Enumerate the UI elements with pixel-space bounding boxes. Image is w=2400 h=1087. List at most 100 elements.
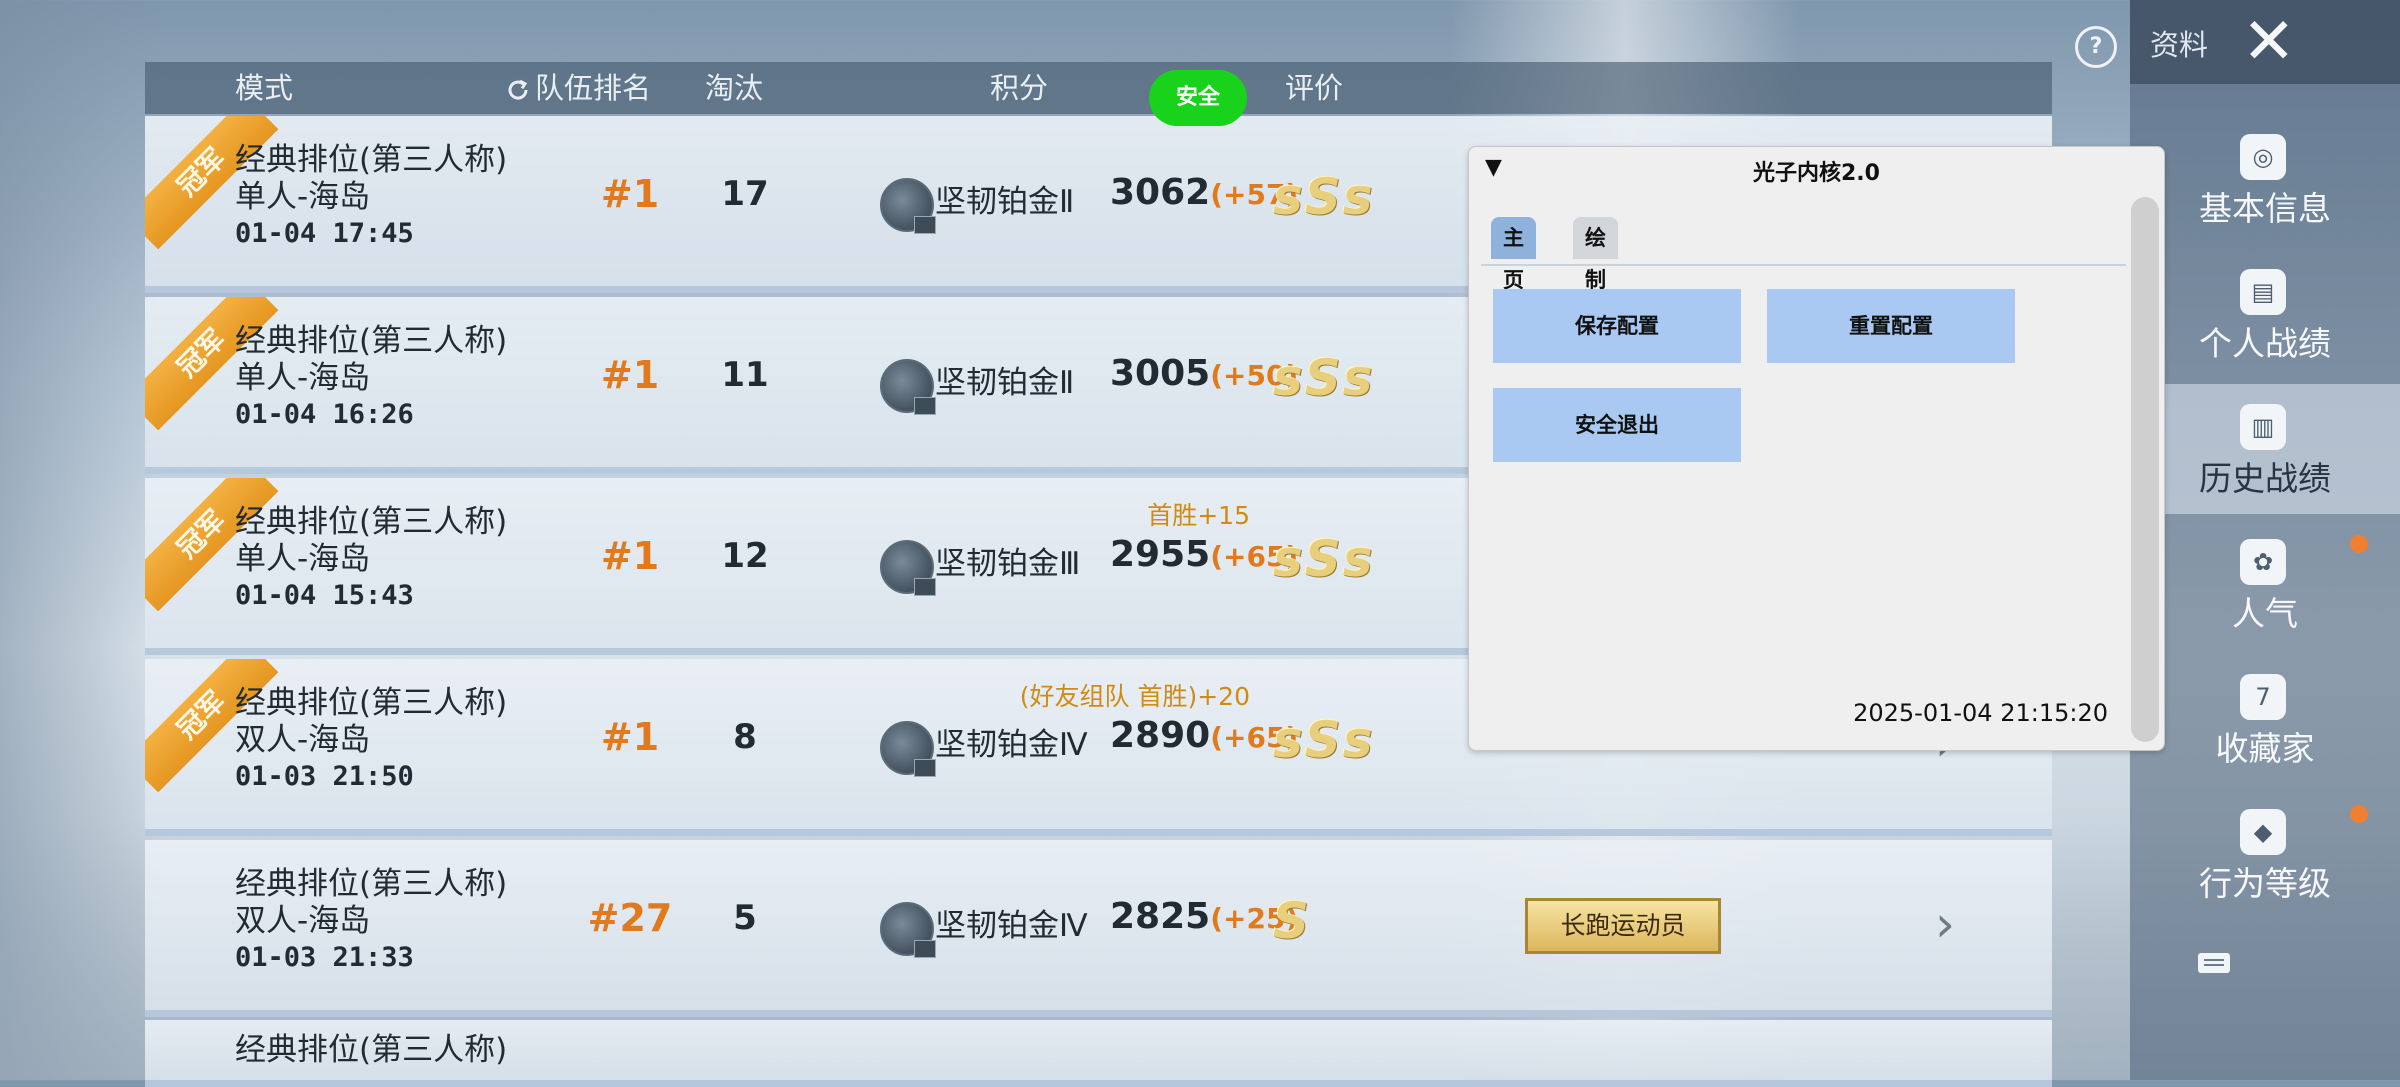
sidebar-item[interactable]: ▤ 个人战绩 [2130,249,2400,379]
match-map: 单人-海岛 [235,179,371,215]
behavior-icon: ◆ [2240,809,2286,855]
stats-icon: ▤ [2240,269,2286,315]
sidebar-item-label: 个人战绩 [2199,324,2331,363]
header-team-rank[interactable]: 队伍排名 [505,62,651,114]
team-rank: #1 [600,353,660,397]
sidebar-item[interactable]: ◆ 行为等级 [2130,789,2400,919]
table-row[interactable]: 经典排位(第三人称) 双人-海岛 01-03 21:33 #27 5 坚韧铂金Ⅳ… [145,840,2052,1017]
refresh-icon[interactable] [505,77,531,103]
match-mode-name: 经典排位(第三人称) [235,685,508,721]
match-mode-block: 经典排位(第三人称) 单人-海岛 01-04 15:43 [235,504,507,613]
sidebar-item-label: 人气 [2232,594,2298,633]
eliminations-count: 12 [721,536,769,576]
score-value: 2955(+65) [1110,534,1298,575]
tier-badge-icon [880,721,936,777]
rating-badge: sSs [1273,168,1375,226]
tier-name: 坚韧铂金Ⅳ [935,908,1088,944]
match-time: 01-04 17:45 [235,218,414,249]
menu-icon[interactable] [2198,953,2230,973]
notification-dot [2350,805,2368,823]
tier-name: 坚韧铂金Ⅳ [935,727,1088,763]
tier-name: 坚韧铂金Ⅱ [935,184,1075,220]
match-mode-block: 经典排位(第三人称) 双人-海岛 01-03 21:33 [235,866,507,975]
tab-draw[interactable]: 绘制 [1573,217,1618,292]
table-row-partial[interactable]: 经典排位(第三人称) [145,1020,2052,1087]
match-mode-name: 经典排位(第三人称) [235,1032,508,1068]
right-sidebar: ◎ 基本信息 ▤ 个人战绩 ▥ 历史战绩 ✿ 人气 7 收藏家 ◆ 行为等级 [2130,84,2400,1080]
bonus-text: (好友组队 首胜)+20 [1019,682,1250,711]
eliminations-count: 8 [733,717,757,757]
score-number: 2955 [1110,534,1211,575]
score-number: 3005 [1110,353,1211,394]
tier-badge-icon [880,178,936,234]
history-icon: ▥ [2240,404,2286,450]
team-rank: #1 [600,715,660,759]
score-value: 3062(+57) [1110,172,1298,213]
rating-badge: sSs [1273,349,1375,407]
tab-home[interactable]: 主页 [1491,217,1536,292]
notification-dot [2350,535,2368,553]
match-map: 双人-海岛 [235,903,371,939]
eliminations-count: 5 [733,898,757,938]
achievement-tag: 长跑运动员 [1525,898,1721,954]
rating-badge: sSs [1273,530,1375,588]
sidebar-item-label: 行为等级 [2199,864,2331,903]
dialog-scrollbar[interactable] [2131,197,2159,742]
chevron-right-icon[interactable]: › [1935,895,1955,953]
save-config-button[interactable]: 保存配置 [1493,289,1741,363]
sidebar-item-label: 收藏家 [2215,729,2315,768]
header-mode: 模式 [235,71,294,105]
header-rating: 评价 [1285,71,1344,105]
table-header: 模式 队伍排名 淘汰 积分 评价 [145,62,2052,114]
match-mode-name: 经典排位(第三人称) [235,142,508,178]
sidebar-item-label: 历史战绩 [2199,459,2331,498]
sidebar-item[interactable]: ▥ 历史战绩 [2130,384,2400,514]
score-value: 2890(+65) [1110,715,1298,756]
tier-name: 坚韧铂金Ⅲ [935,546,1081,582]
match-map: 单人-海岛 [235,360,371,396]
safe-badge[interactable]: 安全 [1149,70,1247,126]
bonus-text: 首胜+15 [1147,501,1250,530]
match-time: 01-03 21:33 [235,942,414,973]
match-mode-block: 经典排位(第三人称) 单人-海岛 01-04 16:26 [235,323,507,432]
tab-divider [1481,264,2126,266]
collector-icon: 7 [2240,674,2286,720]
match-map: 双人-海岛 [235,722,371,758]
header-team-rank-label: 队伍排名 [535,71,652,105]
sidebar-item[interactable]: 7 收藏家 [2130,654,2400,784]
match-time: 01-03 21:50 [235,761,414,792]
overlay-dialog: ▼ 光子内核2.0 主页 绘制 保存配置 重置配置 安全退出 2025-01-0… [1468,146,2165,751]
team-rank: #27 [587,896,673,940]
match-mode-name: 经典排位(第三人称) [235,866,508,902]
sidebar-item[interactable]: ◎ 基本信息 [2130,114,2400,244]
score-number: 2890 [1110,715,1211,756]
sidebar-item[interactable]: ✿ 人气 [2130,519,2400,649]
tier-badge-icon [880,540,936,596]
score-value: 3005(+50) [1110,353,1298,394]
tier-name: 坚韧铂金Ⅱ [935,365,1075,401]
dialog-timestamp: 2025-01-04 21:15:20 [1853,699,2108,727]
profile-label[interactable]: 资料 [2150,22,2208,64]
eliminations-count: 17 [721,174,769,214]
reset-config-button[interactable]: 重置配置 [1767,289,2015,363]
help-icon[interactable]: ? [2075,26,2117,68]
score-value: 2825(+25) [1110,896,1298,937]
safe-exit-button[interactable]: 安全退出 [1493,388,1741,462]
dialog-titlebar[interactable]: ▼ 光子内核2.0 [1469,147,2164,191]
popularity-icon: ✿ [2240,539,2286,585]
match-map: 单人-海岛 [235,541,371,577]
close-icon[interactable]: ✕ [2242,6,2296,78]
header-score: 积分 [990,71,1049,105]
eliminations-count: 11 [721,355,769,395]
score-number: 3062 [1110,172,1211,213]
match-mode-block: 经典排位(第三人称) 双人-海岛 01-03 21:50 [235,685,507,794]
dialog-title: 光子内核2.0 [1753,161,1880,186]
match-mode-name: 经典排位(第三人称) [235,504,508,540]
tier-badge-icon [880,902,936,958]
score-number: 2825 [1110,896,1211,937]
header-eliminations: 淘汰 [705,71,764,105]
match-time: 01-04 15:43 [235,580,414,611]
sidebar-item-label: 基本信息 [2199,189,2331,228]
match-time: 01-04 16:26 [235,399,414,430]
match-mode-partial: 经典排位(第三人称) [235,1032,507,1069]
